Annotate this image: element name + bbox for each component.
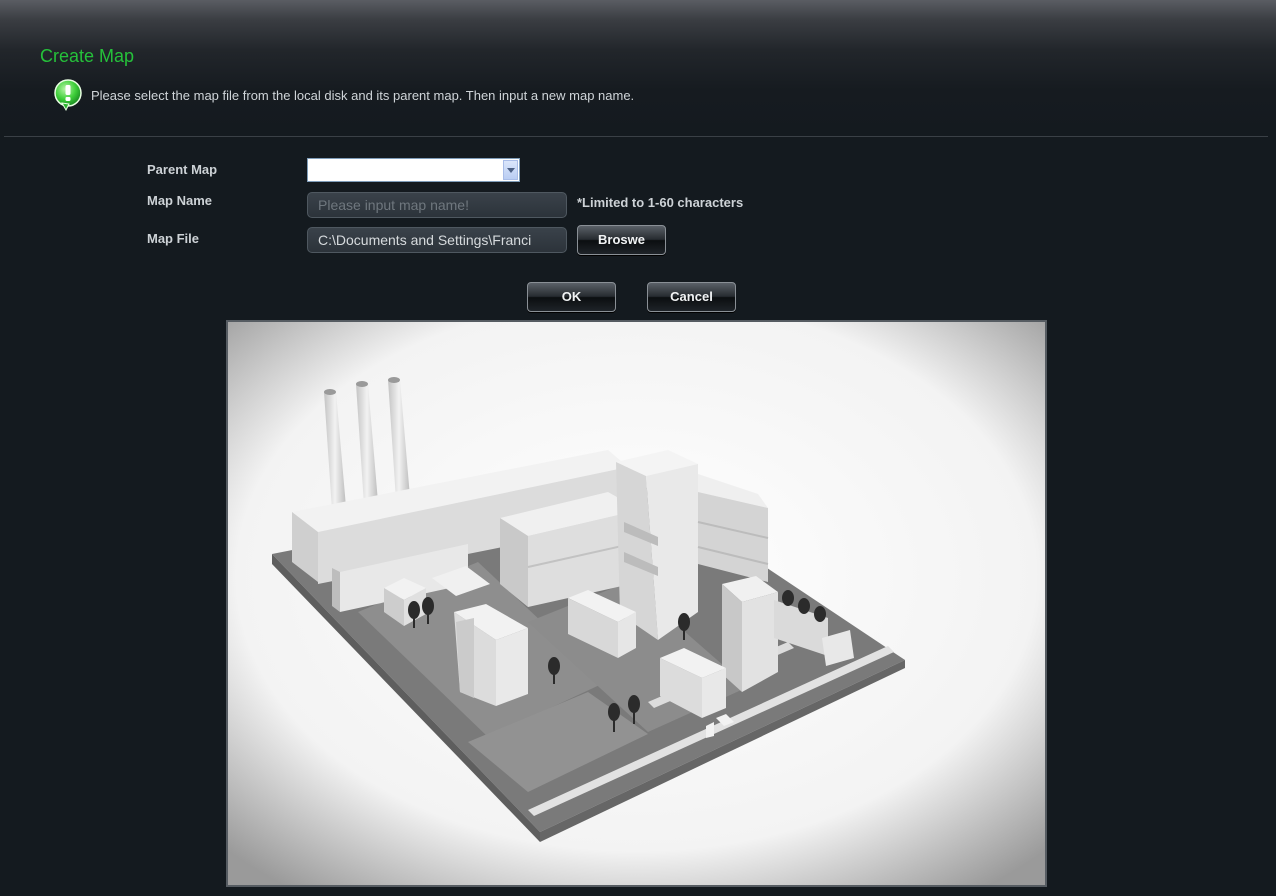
parent-map-select[interactable] bbox=[307, 158, 520, 182]
header-background bbox=[0, 0, 1276, 136]
browse-button[interactable]: Broswe bbox=[577, 225, 666, 255]
map-preview bbox=[226, 320, 1047, 887]
info-bubble-icon bbox=[54, 79, 82, 111]
info-text: Please select the map file from the loca… bbox=[91, 88, 635, 103]
cancel-button[interactable]: Cancel bbox=[647, 282, 736, 312]
map-file-input[interactable] bbox=[307, 227, 567, 253]
map-file-label: Map File bbox=[147, 231, 200, 246]
divider bbox=[4, 136, 1268, 137]
page-title: Create Map bbox=[40, 46, 135, 66]
chevron-down-icon[interactable] bbox=[503, 160, 518, 180]
map-name-label: Map Name bbox=[147, 193, 213, 208]
factory-map-image bbox=[228, 322, 1045, 885]
map-name-hint: *Limited to 1-60 characters bbox=[577, 195, 744, 210]
ok-button[interactable]: OK bbox=[527, 282, 616, 312]
parent-map-label: Parent Map bbox=[147, 162, 218, 177]
map-name-input[interactable] bbox=[307, 192, 567, 218]
